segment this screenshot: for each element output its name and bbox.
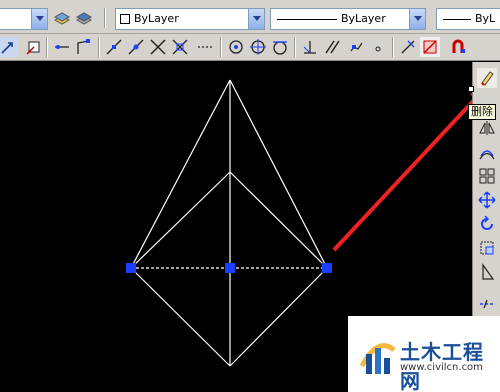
rotate-icon[interactable] <box>477 214 497 234</box>
layer-dropdown[interactable] <box>0 8 48 30</box>
move-icon[interactable] <box>477 190 497 210</box>
tangent-snap-icon[interactable] <box>270 37 290 57</box>
separator <box>294 37 296 57</box>
chevron-down-icon[interactable] <box>248 9 264 29</box>
arrow-shaft <box>332 99 472 252</box>
scale-icon[interactable] <box>477 238 497 258</box>
erase-icon[interactable] <box>477 68 497 88</box>
cad-window: ByLayer ByLayer ByL 删除 土木工程网 www.civilcn… <box>0 0 500 392</box>
linetype-dropdown[interactable]: ByLayer <box>270 8 426 30</box>
tooltip: 删除 <box>468 104 496 120</box>
extension-icon[interactable] <box>126 37 146 57</box>
polyline-icon[interactable] <box>74 37 94 57</box>
trim-icon[interactable] <box>477 294 497 314</box>
stretch-icon[interactable] <box>477 262 497 282</box>
inner-right-edge <box>229 171 328 269</box>
separator <box>104 8 106 28</box>
watermark: 土木工程网 www.civilcn.com <box>348 316 500 392</box>
apparent-intersection-icon[interactable] <box>170 37 190 57</box>
object-snap-toolbar <box>0 34 500 61</box>
tooltip-anchor <box>468 86 474 92</box>
perpendicular-icon[interactable] <box>300 37 320 57</box>
chevron-down-icon[interactable] <box>31 9 47 29</box>
grip-left[interactable] <box>126 263 136 273</box>
osnap-settings-icon[interactable] <box>448 37 468 57</box>
center-icon[interactable] <box>226 37 246 57</box>
tangent-icon[interactable] <box>104 37 124 57</box>
separator <box>392 37 394 57</box>
color-dropdown[interactable]: ByLayer <box>115 8 265 30</box>
temporary-track-icon[interactable] <box>24 37 44 57</box>
pointer-icon[interactable] <box>0 37 18 57</box>
quadrant-icon[interactable] <box>248 37 268 57</box>
lineweight-dropdown[interactable]: ByL <box>436 8 500 30</box>
parallel-icon[interactable] <box>322 37 342 57</box>
separator <box>220 37 222 57</box>
color-swatch <box>120 14 130 24</box>
lower-left-edge <box>130 267 231 367</box>
drawing-geometry <box>126 79 332 367</box>
red-arrow-annotation <box>332 93 472 252</box>
array-icon[interactable] <box>477 166 497 186</box>
color-value: ByLayer <box>134 12 179 25</box>
watermark-logo-icon <box>359 343 396 374</box>
separator <box>98 37 100 57</box>
inner-left-edge <box>130 171 231 269</box>
properties-toolbar: ByLayer ByLayer ByL <box>0 0 500 34</box>
separator <box>46 37 48 57</box>
lower-right-edge <box>229 267 328 367</box>
mirror-icon[interactable] <box>477 118 497 138</box>
lineweight-value: ByL <box>475 12 496 25</box>
watermark-url: www.civilcn.com <box>400 362 483 373</box>
extension-line-icon[interactable] <box>196 37 216 57</box>
intersection-icon[interactable] <box>148 37 168 57</box>
outer-left-edge <box>130 79 231 269</box>
chevron-down-icon[interactable] <box>409 9 425 29</box>
none-icon[interactable] <box>420 37 440 57</box>
linetype-preview <box>277 19 337 20</box>
grip-right[interactable] <box>322 263 332 273</box>
linetype-value: ByLayer <box>341 12 386 25</box>
layer-stack-icon[interactable] <box>52 8 72 28</box>
line-icon[interactable] <box>52 37 72 57</box>
grip-mid[interactable] <box>225 263 235 273</box>
nearest-icon[interactable] <box>398 37 418 57</box>
offset-icon[interactable] <box>477 142 497 162</box>
insert-icon[interactable] <box>368 37 388 57</box>
node-icon[interactable] <box>346 37 366 57</box>
outer-right-edge <box>229 79 328 269</box>
layer-previous-icon[interactable] <box>74 8 94 28</box>
lineweight-preview <box>443 19 471 20</box>
